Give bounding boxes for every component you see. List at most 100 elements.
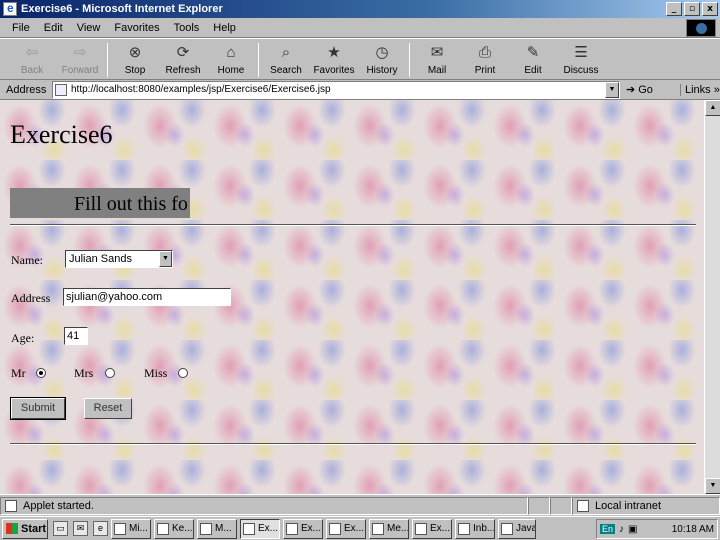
status-message-pane: Applet started. — [0, 496, 528, 515]
toolbar-label: Home — [217, 65, 245, 76]
menu-tools[interactable]: Tools — [174, 22, 200, 34]
toolbar-back-button[interactable]: ⇦ Back — [8, 39, 56, 79]
go-button[interactable]: ➔ Go — [626, 83, 670, 97]
clock[interactable]: 10:18 AM — [672, 524, 717, 535]
standard-toolbar: ⇦ Back ⇨ Forward ⊗ Stop ⟳ Refresh ⌂ Home ⌕ Search ★ F… — [0, 38, 720, 80]
toolbar-refresh-button[interactable]: ⟳ Refresh — [159, 39, 207, 79]
zone-pane: Local intranet — [572, 496, 720, 515]
name-select-value: Julian Sands — [69, 253, 132, 265]
radio-miss[interactable] — [178, 368, 188, 378]
page-content: Exercise6 Fill out this fo Name: Julian … — [0, 100, 704, 494]
menu-help[interactable]: Help — [213, 22, 236, 34]
address-bar: Address http://localhost:8080/examples/j… — [0, 80, 720, 100]
status-pane-empty — [528, 496, 550, 515]
status-bar: Applet started. Local intranet — [0, 494, 720, 516]
toolbar-label: Print — [474, 65, 496, 76]
taskbar-button[interactable]: M... — [197, 518, 237, 539]
ie-app-icon[interactable] — [3, 1, 17, 16]
task-app-icon — [415, 522, 427, 535]
taskbar-button[interactable]: Ex... — [283, 518, 323, 539]
task-app-icon — [372, 522, 384, 535]
name-select[interactable]: Julian Sands ▼ — [65, 250, 173, 268]
taskbar-button[interactable]: Ex... — [240, 518, 280, 539]
discuss-icon: ☰ — [574, 44, 588, 61]
top-divider — [10, 224, 696, 226]
taskbar-button[interactable]: Inb... — [455, 518, 495, 539]
taskbar-button[interactable]: Java — [498, 518, 536, 539]
toolbar-favorites-button[interactable]: ★ Favorites — [310, 39, 358, 79]
toolbar-mail-button[interactable]: ✉ Mail — [413, 39, 461, 79]
links-button[interactable]: Links » — [680, 83, 720, 96]
stop-icon: ⊗ — [128, 44, 142, 61]
taskbar-button[interactable]: Mi... — [111, 518, 151, 539]
language-indicator[interactable]: En — [600, 524, 616, 534]
toolbar-history-button[interactable]: ◷ History — [358, 39, 406, 79]
home-icon: ⌂ — [226, 43, 236, 61]
task-label: Ex... — [258, 523, 279, 534]
volume-icon[interactable]: ♪ — [619, 524, 624, 535]
vertical-scrollbar[interactable]: ▲ ▼ — [704, 100, 720, 494]
outlook-express-icon[interactable]: ✉ — [73, 521, 88, 536]
task-app-icon — [157, 522, 169, 535]
zone-text: Local intranet — [595, 499, 662, 512]
email-field[interactable]: sjulian@yahoo.com — [63, 288, 231, 306]
taskbar: Start ▭ ✉ e Mi... Ke... M... Ex... Ex... Ex..… — [0, 516, 720, 540]
toolbar-label: Mail — [427, 65, 447, 76]
submit-button[interactable]: Submit — [10, 397, 66, 420]
taskbar-button[interactable]: Ex... — [326, 518, 366, 539]
scroll-up-icon[interactable]: ▲ — [705, 100, 720, 116]
toolbar-label: Refresh — [165, 65, 201, 76]
show-desktop-icon[interactable]: ▭ — [53, 521, 68, 536]
refresh-icon: ⟳ — [176, 44, 190, 61]
task-label: Ke... — [172, 523, 193, 534]
menu-view[interactable]: View — [77, 22, 101, 34]
menu-favorites[interactable]: Favorites — [114, 22, 159, 34]
chevron-down-icon[interactable]: ▼ — [159, 251, 172, 267]
start-button[interactable]: Start — [2, 518, 48, 539]
scroll-down-icon[interactable]: ▼ — [705, 478, 720, 494]
window-controls: _ ▫ x — [666, 2, 718, 16]
minimize-button[interactable]: _ — [666, 2, 682, 16]
toolbar-print-button[interactable]: ⎙ Print — [461, 39, 509, 79]
radio-label-mrs: Mrs — [74, 366, 94, 380]
back-arrow-icon: ⇦ — [25, 44, 39, 61]
network-icon[interactable]: ▣ — [628, 524, 637, 535]
address-field-label: Address — [11, 291, 51, 305]
toolbar-stop-button[interactable]: ⊗ Stop — [111, 39, 159, 79]
reset-button[interactable]: Reset — [84, 398, 132, 419]
toolbar-label: History — [366, 65, 398, 76]
menu-file[interactable]: File — [12, 22, 30, 34]
toolbar-separator — [107, 43, 108, 77]
task-label: Java — [516, 523, 536, 534]
menu-edit[interactable]: Edit — [44, 22, 63, 34]
toolbar-discuss-button[interactable]: ☰ Discuss — [557, 39, 605, 79]
address-dropdown-button[interactable]: ▼ — [605, 81, 619, 98]
search-icon: ⌕ — [281, 43, 291, 61]
toolbar-search-button[interactable]: ⌕ Search — [262, 39, 310, 79]
task-app-icon — [200, 522, 212, 535]
toolbar-home-button[interactable]: ⌂ Home — [207, 39, 255, 79]
status-text: Applet started. — [23, 499, 94, 512]
toolbar-label: Edit — [524, 65, 542, 76]
window-title: Exercise6 - Microsoft Internet Explorer — [21, 3, 223, 15]
taskbar-button[interactable]: Me... — [369, 518, 409, 539]
address-label: Address — [6, 83, 47, 96]
task-app-icon — [286, 522, 298, 535]
menu-bar: File Edit View Favorites Tools Help — [0, 18, 720, 38]
age-field[interactable]: 41 — [64, 327, 88, 345]
task-label: Ex... — [301, 523, 322, 534]
toolbar-edit-button[interactable]: ✎ Edit — [509, 39, 557, 79]
radio-mr[interactable] — [36, 368, 46, 378]
ie-quicklaunch-icon[interactable]: e — [93, 521, 108, 536]
toolbar-separator — [258, 43, 259, 77]
close-button[interactable]: x — [702, 2, 718, 16]
taskbar-button[interactable]: Ke... — [154, 518, 194, 539]
forward-arrow-icon: ⇨ — [73, 44, 87, 61]
taskbar-button[interactable]: Ex... — [412, 518, 452, 539]
toolbar-forward-button[interactable]: ⇨ Forward — [56, 39, 104, 79]
status-pane-empty-2 — [550, 496, 572, 515]
address-input[interactable]: http://localhost:8080/examples/jsp/Exerc… — [52, 80, 620, 99]
radio-mrs[interactable] — [105, 368, 115, 378]
print-icon: ⎙ — [478, 43, 491, 61]
maximize-button[interactable]: ▫ — [684, 2, 700, 16]
